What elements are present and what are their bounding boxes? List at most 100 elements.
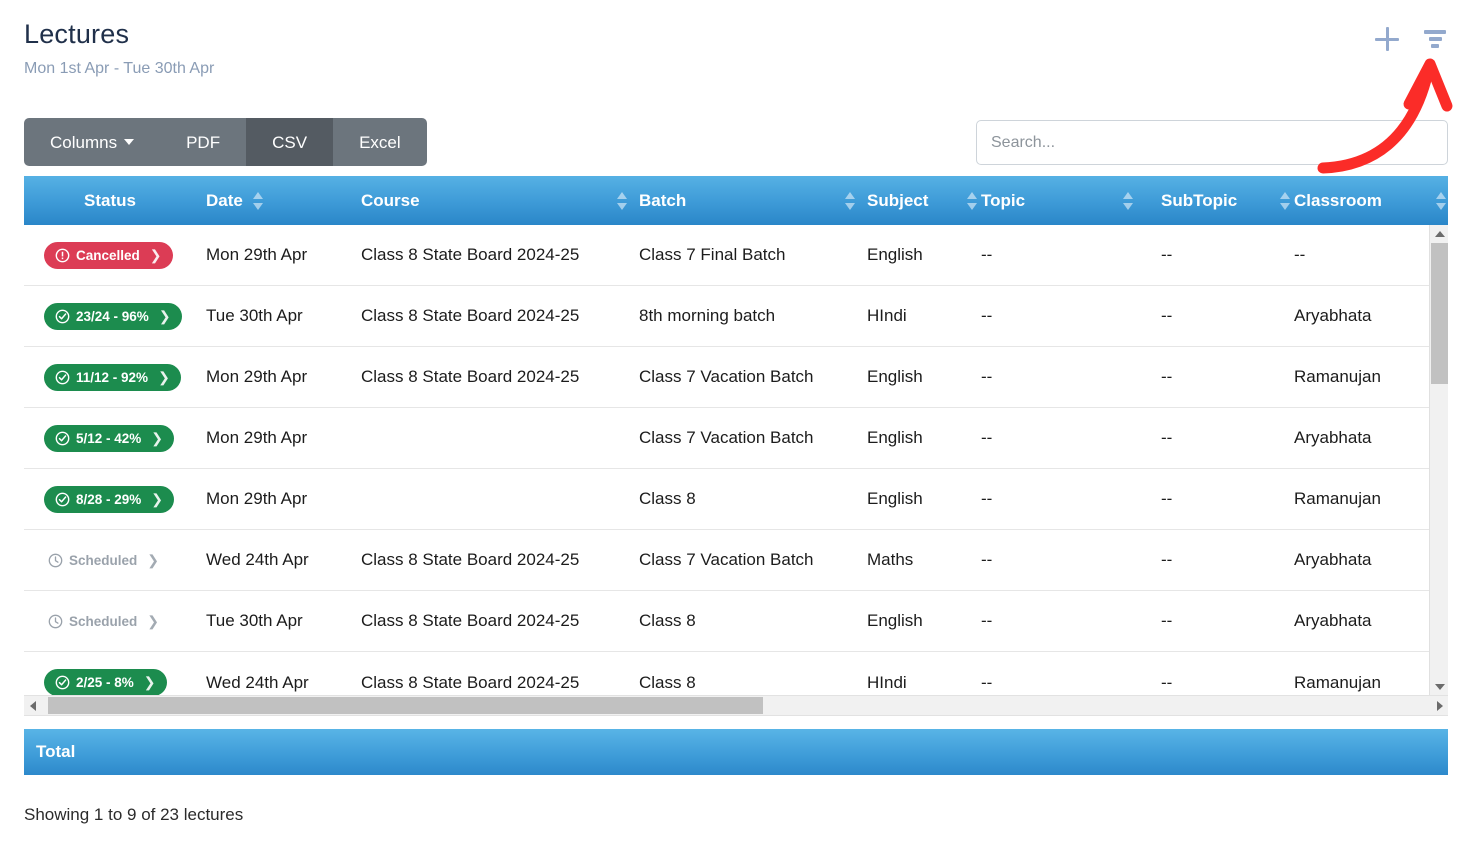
search-input[interactable] bbox=[976, 120, 1448, 165]
cell-subject: English bbox=[867, 591, 981, 652]
column-header-classroom[interactable]: Classroom bbox=[1294, 176, 1448, 225]
cell-text: HIndi bbox=[867, 306, 907, 325]
column-header-subtopic[interactable]: SubTopic bbox=[1161, 176, 1294, 225]
table-row[interactable]: 23/24 - 96% ❯ Tue 30th Apr Class 8 State Bo… bbox=[24, 286, 1448, 347]
column-header-subject[interactable]: Subject bbox=[867, 176, 981, 225]
export-excel-button[interactable]: Excel bbox=[333, 118, 427, 166]
cell-subtopic: -- bbox=[1161, 530, 1294, 591]
cell-classroom: Aryabhata bbox=[1294, 530, 1448, 591]
sort-icon[interactable] bbox=[252, 191, 263, 210]
table-body: Cancelled ❯ Mon 29th Apr Class 8 State Boar… bbox=[24, 225, 1448, 695]
table-row[interactable]: 11/12 - 92% ❯ Mon 29th Apr Class 8 State Bo… bbox=[24, 347, 1448, 408]
column-header-course[interactable]: Course bbox=[361, 176, 639, 225]
scroll-down-arrow-icon[interactable] bbox=[1430, 678, 1449, 695]
cell-classroom: Ramanujan bbox=[1294, 347, 1448, 408]
columns-dropdown-button[interactable]: Columns bbox=[24, 118, 161, 166]
cell-text: Class 8 State Board 2024-25 bbox=[361, 367, 580, 386]
cell-text: Tue 30th Apr bbox=[206, 306, 303, 325]
header-actions bbox=[1374, 26, 1448, 52]
scroll-right-arrow-icon[interactable] bbox=[1431, 696, 1448, 715]
check-circle-icon bbox=[55, 431, 70, 445]
export-toolbar: Columns PDF CSV Excel bbox=[24, 118, 427, 166]
column-header-topic[interactable]: Topic bbox=[981, 176, 1161, 225]
cell-text: -- bbox=[981, 489, 993, 508]
status-badge-label: Scheduled bbox=[69, 552, 138, 568]
date-range-subtitle: Mon 1st Apr - Tue 30th Apr bbox=[24, 59, 215, 77]
table-total-footer: Total bbox=[24, 729, 1448, 775]
sort-icon[interactable] bbox=[1436, 191, 1446, 210]
cell-batch: Class 7 Vacation Batch bbox=[639, 408, 867, 469]
cell-text: Class 7 Final Batch bbox=[639, 245, 786, 264]
cell-text: -- bbox=[981, 367, 993, 386]
column-header-batch[interactable]: Batch bbox=[639, 176, 867, 225]
status-badge[interactable]: Scheduled ❯ bbox=[44, 608, 163, 635]
status-badge-label: 11/12 - 92% bbox=[76, 369, 149, 385]
chevron-right-icon: ❯ bbox=[158, 307, 171, 324]
status-badge[interactable]: 2/25 - 8% ❯ bbox=[44, 669, 167, 695]
table-row[interactable]: 5/12 - 42% ❯ Mon 29th Apr Class 7 Vacation … bbox=[24, 408, 1448, 469]
cell-text: English bbox=[867, 428, 923, 447]
cell-text: -- bbox=[1294, 245, 1306, 264]
column-header-label: Status bbox=[84, 190, 136, 210]
cell-text: English bbox=[867, 367, 923, 386]
status-badge[interactable]: Cancelled ❯ bbox=[44, 241, 173, 269]
horizontal-scrollbar[interactable] bbox=[24, 695, 1448, 716]
cell-subtopic: -- bbox=[1161, 469, 1294, 530]
sort-icon[interactable] bbox=[617, 191, 627, 210]
page-title: Lectures bbox=[24, 19, 130, 49]
column-header-label: SubTopic bbox=[1161, 190, 1238, 210]
sort-icon[interactable] bbox=[845, 191, 855, 210]
table-row[interactable]: Cancelled ❯ Mon 29th Apr Class 8 State Boar… bbox=[24, 225, 1448, 286]
status-badge[interactable]: Scheduled ❯ bbox=[44, 547, 163, 574]
column-header-label: Course bbox=[361, 190, 420, 210]
table-row[interactable]: Scheduled ❯ Wed 24th Apr Class 8 State Boar… bbox=[24, 530, 1448, 591]
cell-text: Wed 24th Apr bbox=[206, 550, 309, 569]
cell-course: Class 8 State Board 2024-25 bbox=[361, 286, 639, 347]
chevron-right-icon: ❯ bbox=[158, 368, 170, 385]
add-lecture-button[interactable] bbox=[1374, 26, 1400, 52]
status-badge[interactable]: 8/28 - 29% ❯ bbox=[44, 485, 175, 513]
table-row[interactable]: 2/25 - 8% ❯ Wed 24th Apr Class 8 State Boar… bbox=[24, 652, 1448, 695]
cell-batch: 8th morning batch bbox=[639, 286, 867, 347]
cell-subtopic: -- bbox=[1161, 225, 1294, 286]
status-badge-label: Scheduled bbox=[69, 613, 138, 629]
status-badge[interactable]: 23/24 - 96% ❯ bbox=[44, 302, 182, 330]
column-header-status[interactable]: Status bbox=[24, 176, 206, 225]
status-badge-label: 5/12 - 42% bbox=[76, 430, 142, 446]
check-circle-icon bbox=[55, 492, 70, 506]
lectures-table: Status Date Course Batch Subject Topic S… bbox=[24, 176, 1448, 726]
cell-course: Class 8 State Board 2024-25 bbox=[361, 347, 639, 408]
status-badge-label: 8/28 - 29% bbox=[76, 491, 142, 507]
horizontal-scroll-thumb[interactable] bbox=[48, 697, 763, 714]
cell-text: Class 7 Vacation Batch bbox=[639, 428, 814, 447]
cell-text: -- bbox=[981, 550, 993, 569]
filter-button[interactable] bbox=[1422, 26, 1448, 52]
column-header-date[interactable]: Date bbox=[206, 176, 361, 225]
cell-text: English bbox=[867, 245, 923, 264]
export-csv-button[interactable]: CSV bbox=[246, 118, 334, 166]
status-badge[interactable]: 5/12 - 42% ❯ bbox=[44, 424, 175, 452]
column-header-label: Classroom bbox=[1294, 190, 1382, 210]
cell-text: English bbox=[867, 489, 923, 508]
cell-text: -- bbox=[1161, 306, 1173, 325]
chevron-right-icon: ❯ bbox=[147, 551, 159, 568]
table-row[interactable]: Scheduled ❯ Tue 30th Apr Class 8 State Boar… bbox=[24, 591, 1448, 652]
sort-icon[interactable] bbox=[1280, 191, 1290, 210]
vertical-scroll-thumb[interactable] bbox=[1431, 243, 1448, 384]
vertical-scrollbar[interactable] bbox=[1429, 225, 1448, 695]
table-row[interactable]: 8/28 - 29% ❯ Mon 29th Apr Class 8 English -- -… bbox=[24, 469, 1448, 530]
cell-text: Class 8 State Board 2024-25 bbox=[361, 611, 580, 630]
cell-subject: English bbox=[867, 408, 981, 469]
cell-text: -- bbox=[1161, 428, 1173, 447]
scroll-up-arrow-icon[interactable] bbox=[1430, 225, 1449, 242]
cell-text: Mon 29th Apr bbox=[206, 245, 308, 264]
cell-batch: Class 8 bbox=[639, 652, 867, 695]
scroll-left-arrow-icon[interactable] bbox=[24, 696, 41, 715]
cell-text: Ramanujan bbox=[1294, 489, 1381, 508]
sort-icon[interactable] bbox=[1123, 191, 1133, 210]
cell-text: -- bbox=[1161, 672, 1173, 692]
sort-icon[interactable] bbox=[967, 191, 977, 210]
status-badge[interactable]: 11/12 - 92% ❯ bbox=[44, 363, 181, 391]
export-pdf-button[interactable]: PDF bbox=[160, 118, 247, 166]
status-badge-label: 2/25 - 8% bbox=[76, 675, 134, 690]
